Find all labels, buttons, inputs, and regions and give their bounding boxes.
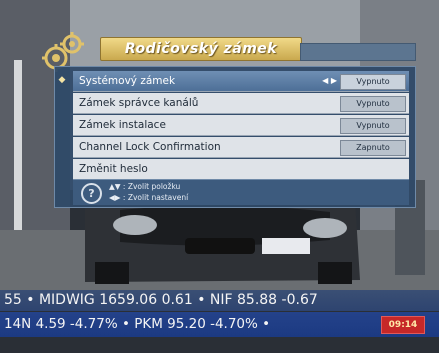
question-circle-icon: ?	[81, 183, 102, 204]
help-text-select-item: ▲▼ : Zvolit položku	[109, 182, 181, 191]
ticker-text-2: 14N 4.59 -4.77% • PKM 95.20 -4.70% •	[4, 316, 271, 332]
stock-ticker-line-2: 14N 4.59 -4.77% • PKM 95.20 -4.70% •	[0, 312, 439, 337]
menu-panel: ◆ Systémový zámek ◀ ▶ Vypnuto Zámek sprá…	[54, 66, 416, 208]
menu-item-value[interactable]: Vypnuto	[340, 96, 406, 112]
title-bar-extension	[300, 43, 416, 61]
stock-ticker-line-1: 55 • MIDWIG 1659.06 0.61 • NIF 85.88 -0.…	[0, 290, 439, 311]
menu-item-label: Změnit heslo	[79, 163, 148, 175]
menu-item-label: Zámek instalace	[79, 119, 166, 131]
ticker-text-1: 55 • MIDWIG 1659.06 0.61 • NIF 85.88 -0.…	[4, 292, 318, 308]
menu-title: Rodičovský zámek	[100, 37, 302, 61]
help-bar: ? ▲▼ : Zvolit položku ◀▶ : Zvolit nastav…	[73, 179, 409, 205]
help-text-select-setting: ◀▶ : Zvolit nastavení	[109, 193, 189, 202]
menu-item-system-lock[interactable]: Systémový zámek ◀ ▶ Vypnuto	[73, 71, 409, 92]
menu-item-value[interactable]: Vypnuto	[340, 118, 406, 134]
menu-item-label: Channel Lock Confirmation	[79, 141, 221, 153]
menu-item-label: Zámek správce kanálů	[79, 97, 199, 109]
menu-item-value[interactable]: Zapnuto	[340, 140, 406, 156]
menu-item-change-password[interactable]: Změnit heslo	[73, 159, 409, 180]
menu-item-label: Systémový zámek	[79, 75, 176, 87]
menu-item-value[interactable]: Vypnuto	[340, 74, 406, 90]
menu-list: Systémový zámek ◀ ▶ Vypnuto Zámek správc…	[73, 71, 409, 181]
parental-lock-menu: Rodičovský zámek ◆ Systémový zámek ◀ ▶ V…	[40, 30, 416, 210]
clock-badge: 09:14	[381, 316, 425, 334]
left-right-arrows-icon: ◀ ▶	[322, 76, 337, 85]
menu-item-installation-lock[interactable]: Zámek instalace Vypnuto	[73, 115, 409, 136]
menu-item-channel-lock-confirmation[interactable]: Channel Lock Confirmation Zapnuto	[73, 137, 409, 158]
diamond-bullet-icon: ◆	[58, 75, 66, 85]
menu-item-channel-manager-lock[interactable]: Zámek správce kanálů Vypnuto	[73, 93, 409, 114]
